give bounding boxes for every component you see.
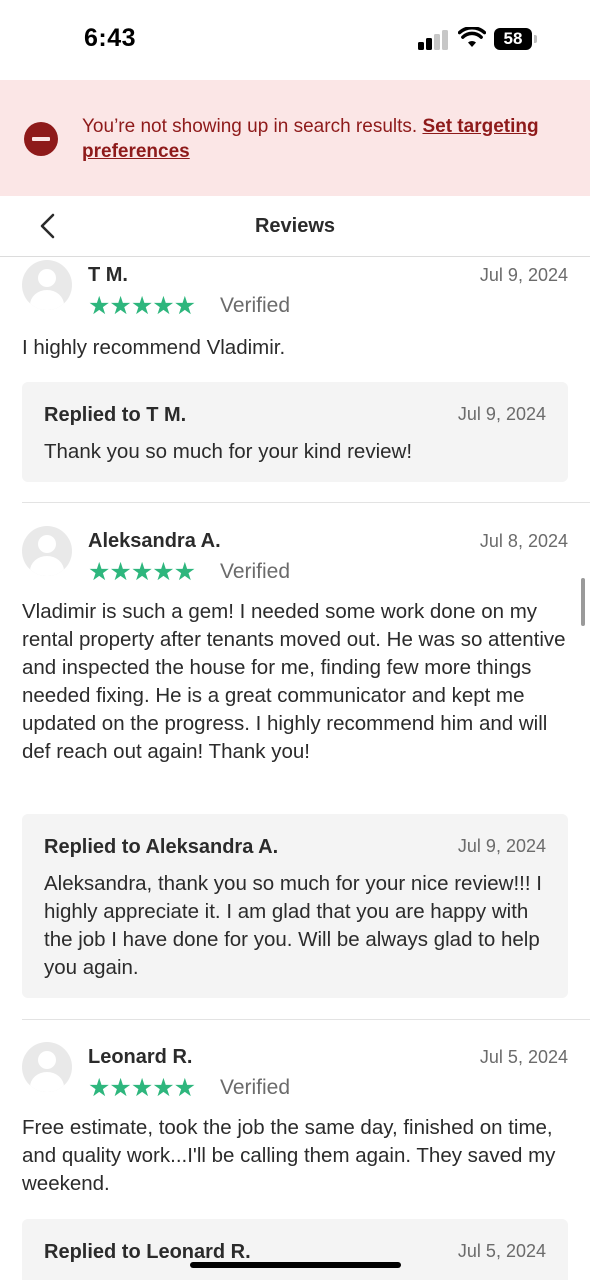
scrollbar[interactable] (581, 578, 585, 626)
owner-reply: Replied to Leonard R. Jul 5, 2024 (22, 1219, 568, 1280)
review-body: Free estimate, took the job the same day… (22, 1116, 556, 1195)
reviews-list[interactable]: T M. Jul 9, 2024 ★★★★★ Verified I highly… (0, 257, 590, 1280)
battery-icon: 58 (494, 28, 532, 50)
cellular-signal-icon (418, 30, 450, 50)
star-rating: ★★★★★ (88, 558, 196, 586)
reply-title: Replied to T M. (44, 404, 187, 426)
reply-date: Jul 9, 2024 (457, 404, 546, 424)
review-date: Jul 8, 2024 (479, 531, 568, 551)
avatar (22, 1042, 72, 1092)
reply-date: Jul 5, 2024 (457, 1241, 546, 1261)
avatar (22, 526, 72, 576)
alert-banner: You’re not showing up in search results.… (0, 80, 590, 196)
error-icon (24, 122, 58, 156)
verified-label: Verified (220, 1076, 291, 1099)
home-indicator[interactable] (190, 1262, 401, 1268)
reviewer-name: Aleksandra A. (88, 530, 221, 552)
reply-body: Thank you so much for your kind review! (44, 440, 413, 463)
review-date: Jul 5, 2024 (479, 1047, 568, 1067)
status-bar: 6:43 58 (0, 0, 590, 80)
reply-body: Aleksandra, thank you so much for your n… (44, 872, 542, 979)
wifi-icon (458, 27, 486, 47)
owner-reply: Replied to Aleksandra A. Jul 9, 2024 Ale… (22, 814, 568, 998)
star-rating: ★★★★★ (88, 292, 196, 320)
reply-title: Replied to Leonard R. (44, 1241, 251, 1263)
avatar (22, 260, 72, 310)
page-title: Reviews (254, 215, 336, 237)
verified-label: Verified (220, 560, 291, 583)
alert-message-text: You’re not showing up in search results. (82, 116, 423, 137)
owner-reply: Replied to T M. Jul 9, 2024 Thank you so… (22, 382, 568, 482)
review-body: Vladimir is such a gem! I needed some wo… (22, 600, 566, 763)
reviewer-name: Leonard R. (88, 1046, 193, 1068)
divider (22, 502, 590, 503)
nav-header: Reviews (0, 196, 590, 257)
divider (22, 1019, 590, 1020)
alert-message: You’re not showing up in search results.… (82, 114, 552, 164)
reply-date: Jul 9, 2024 (457, 836, 546, 856)
reply-title: Replied to Aleksandra A. (44, 836, 279, 858)
review-date: Jul 9, 2024 (479, 265, 568, 285)
reviewer-name: T M. (88, 264, 128, 286)
verified-label: Verified (220, 294, 291, 317)
review-body: I highly recommend Vladimir. (22, 336, 286, 359)
star-rating: ★★★★★ (88, 1074, 196, 1102)
status-time: 6:43 (84, 24, 137, 52)
battery-tip (534, 35, 537, 43)
